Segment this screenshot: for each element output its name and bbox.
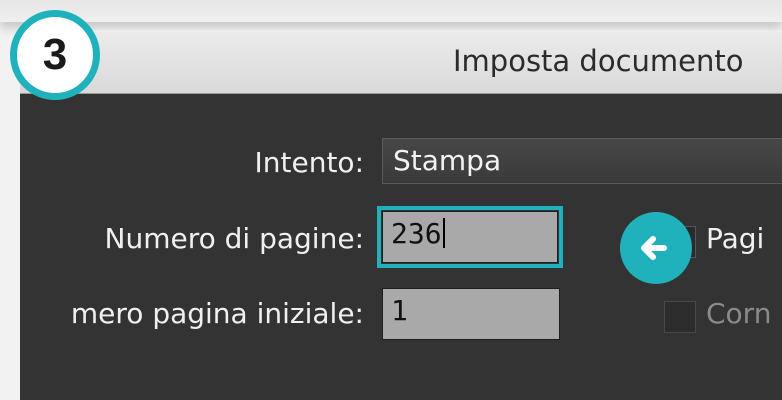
pages-count-value: 236 xyxy=(391,217,445,250)
primary-text-frame-checkbox[interactable] xyxy=(664,301,696,333)
step-number-badge: 3 xyxy=(10,10,100,100)
arrow-left-glyph xyxy=(641,236,667,260)
window-title: Imposta documento xyxy=(453,44,744,78)
start-page-value: 1 xyxy=(391,294,408,327)
pages-count-text: 236 xyxy=(391,217,442,250)
intent-select[interactable]: Stampa xyxy=(382,138,782,184)
start-page-label: mero pagina iniziale: xyxy=(70,297,364,330)
pages-count-label: Numero di pagine: xyxy=(104,222,364,255)
text-caret xyxy=(442,218,445,248)
screenshot: Imposta documento Intento: Numero di pag… xyxy=(0,0,782,400)
pages-count-input[interactable]: 236 xyxy=(377,206,563,268)
intent-label: Intento: xyxy=(254,146,365,179)
arrow-left-icon xyxy=(620,212,692,284)
facing-pages-label: Pagi xyxy=(706,222,765,255)
primary-text-frame-label: Corn xyxy=(706,297,772,330)
start-page-input[interactable]: 1 xyxy=(382,288,560,340)
top-shadow-band xyxy=(0,0,782,22)
intent-select-value: Stampa xyxy=(393,144,502,177)
title-bar: Imposta documento xyxy=(20,30,782,94)
